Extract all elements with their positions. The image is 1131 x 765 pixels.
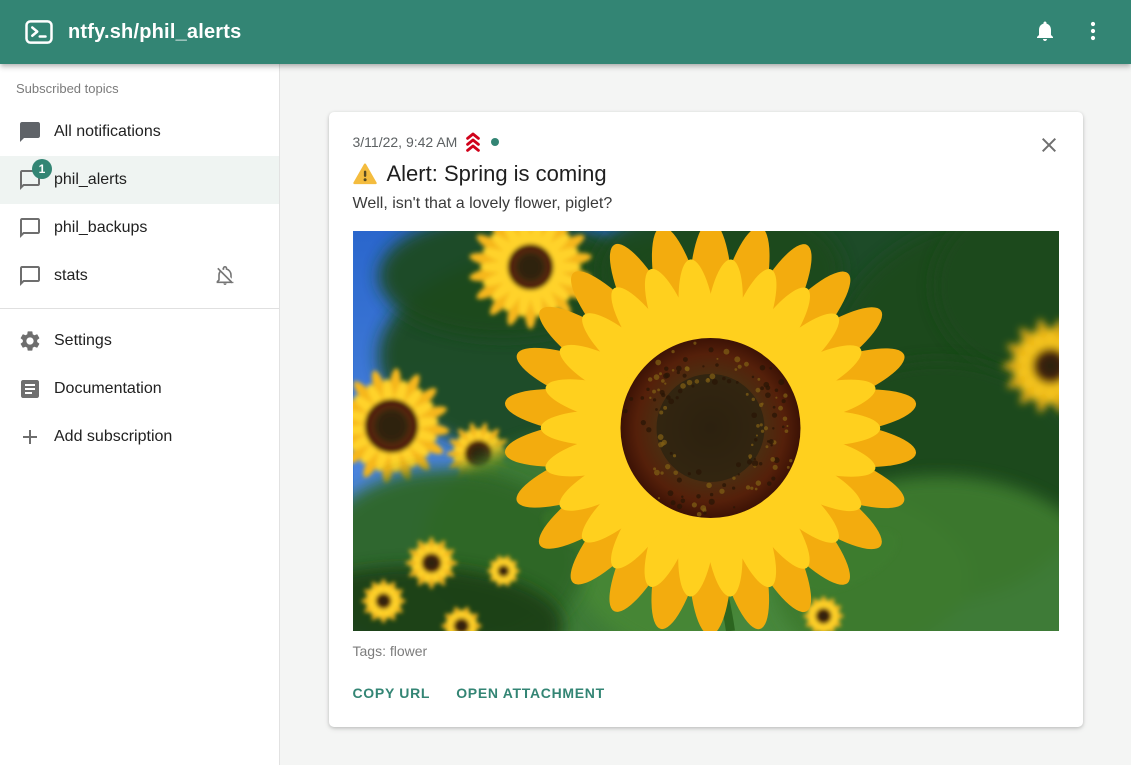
notification-title: Alert: Spring is coming xyxy=(387,159,607,189)
sidebar-item-phil-alerts[interactable]: 1 phil_alerts xyxy=(0,156,279,204)
sidebar: Subscribed topics All notifications 1 ph… xyxy=(0,64,280,765)
app-title: ntfy.sh/phil_alerts xyxy=(68,21,241,44)
triple-chevron-up-icon xyxy=(463,132,483,152)
kebab-menu-icon xyxy=(1081,19,1105,46)
close-x-icon xyxy=(1037,133,1061,160)
notification-card: 3/11/22, 9:42 AM xyxy=(329,112,1083,727)
sidebar-item-settings[interactable]: Settings xyxy=(0,317,279,365)
main-content: 3/11/22, 9:42 AM xyxy=(280,64,1131,765)
notification-title-row: Alert: Spring is coming xyxy=(353,159,1059,189)
bell-icon xyxy=(1033,19,1057,46)
gear-icon xyxy=(18,329,42,353)
ntfy-app: ntfy.sh/phil_alerts Subscribed to xyxy=(0,0,1131,765)
sidebar-item-documentation[interactable]: Documentation xyxy=(0,365,279,413)
sidebar-item-phil-backups[interactable]: phil_backups xyxy=(0,204,279,252)
terminal-logo-icon xyxy=(24,17,54,47)
sidebar-item-stats[interactable]: stats xyxy=(0,252,279,300)
close-notification-button[interactable] xyxy=(1035,132,1063,160)
sidebar-item-add-subscription[interactable]: Add subscription xyxy=(0,413,279,461)
sidebar-item-label: Settings xyxy=(54,332,112,350)
chat-bubble-outline-icon xyxy=(18,264,42,288)
notifications-bell-button[interactable] xyxy=(1021,8,1069,56)
overflow-menu-button[interactable] xyxy=(1069,8,1117,56)
notification-meta: 3/11/22, 9:42 AM xyxy=(353,132,1059,152)
notification-body: Well, isn't that a lovely flower, piglet… xyxy=(353,193,1059,215)
sidebar-item-label: Add subscription xyxy=(54,428,172,446)
sidebar-item-label: phil_backups xyxy=(54,219,147,237)
bell-off-icon xyxy=(213,264,237,288)
warning-triangle-emoji xyxy=(353,162,377,186)
plus-icon xyxy=(18,425,42,449)
notification-timestamp: 3/11/22, 9:42 AM xyxy=(353,134,458,150)
sidebar-divider xyxy=(0,308,279,309)
sidebar-item-label: All notifications xyxy=(54,123,161,141)
unread-count-badge: 1 xyxy=(32,159,52,179)
appbar-actions xyxy=(1021,8,1117,56)
unread-dot xyxy=(491,138,499,146)
sidebar-item-label: Documentation xyxy=(54,380,162,398)
document-icon xyxy=(18,377,42,401)
chat-bubble-outline-icon: 1 xyxy=(18,168,42,192)
sidebar-item-label: stats xyxy=(54,267,88,285)
notification-tags: Tags: flower xyxy=(353,643,1059,659)
card-actions: COPY URL OPEN ATTACHMENT xyxy=(353,685,1059,701)
sidebar-item-all-notifications[interactable]: All notifications xyxy=(0,108,279,156)
app-bar: ntfy.sh/phil_alerts xyxy=(0,0,1131,64)
chat-bubble-filled-icon xyxy=(18,120,42,144)
open-attachment-button[interactable]: OPEN ATTACHMENT xyxy=(456,685,605,701)
sidebar-section-label: Subscribed topics xyxy=(0,80,279,108)
copy-url-button[interactable]: COPY URL xyxy=(353,685,431,701)
sidebar-item-label: phil_alerts xyxy=(54,171,127,189)
attachment-image[interactable] xyxy=(353,231,1059,631)
chat-bubble-outline-icon xyxy=(18,216,42,240)
